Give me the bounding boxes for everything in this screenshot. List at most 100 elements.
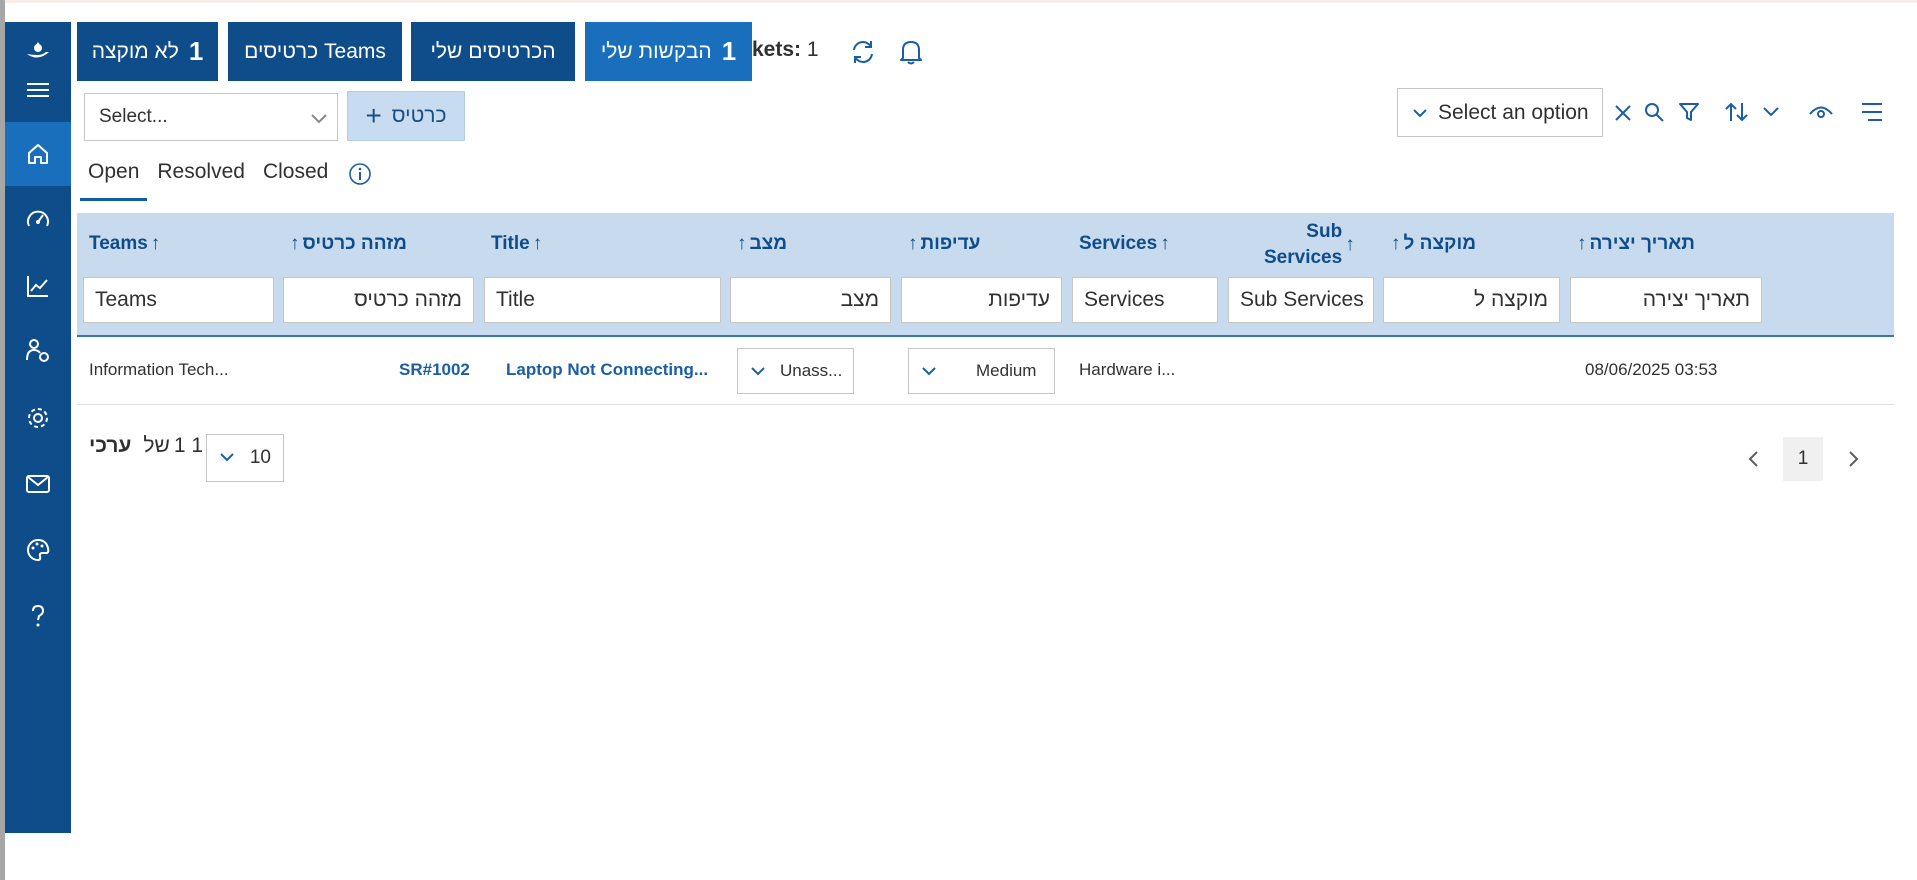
sidebar-item-settings[interactable] <box>5 396 71 440</box>
column-header-created[interactable]: תאריך יצירה ↑ <box>1577 233 1695 255</box>
column-header-priority-label: עדיפות <box>920 233 981 254</box>
sidebar <box>5 22 71 833</box>
column-header-ticket-id[interactable]: מזהה כרטיס ↑ <box>290 233 407 255</box>
pagination-summary: 1 1 של ערכי <box>89 434 203 458</box>
page-size-select[interactable]: 10 <box>206 434 284 482</box>
cell-title[interactable]: Laptop Not Connecting... <box>506 360 708 380</box>
home-icon <box>28 144 48 164</box>
filter-icon[interactable] <box>1677 99 1701 125</box>
filter-priority[interactable]: עדיפות <box>901 277 1062 323</box>
plus-icon: + <box>365 100 382 131</box>
clear-icon[interactable] <box>1612 100 1634 126</box>
tab-my-requests-label: הבקשות שלי <box>600 39 712 63</box>
sort-arrow-icon: ↑ <box>908 233 918 254</box>
filter-assigned-to[interactable]: מוקצה ל <box>1383 277 1560 323</box>
sort-arrow-icon: ↑ <box>150 233 161 254</box>
filter-created[interactable]: תאריך יצירה <box>1570 277 1762 323</box>
sidebar-item-mail[interactable] <box>5 462 71 506</box>
tab-my-tickets[interactable]: הכרטיסים שלי <box>411 22 575 81</box>
tab-unassigned[interactable]: 1 לא מוקצה <box>77 22 218 81</box>
cell-ticket-id[interactable]: SR#1002 <box>399 360 470 380</box>
sort-arrow-icon: ↑ <box>737 233 747 254</box>
people-settings-icon <box>26 339 49 362</box>
menu-icon[interactable] <box>5 68 71 112</box>
sort-arrow-icon: ↑ <box>1345 234 1355 255</box>
priority-value: Medium <box>976 361 1037 380</box>
chevron-left-icon[interactable] <box>1742 445 1764 473</box>
sort-arrow-icon: ↑ <box>1577 233 1587 254</box>
option-select[interactable]: Select an option <box>1397 88 1603 137</box>
help-icon <box>32 604 45 627</box>
sub-services-line-1: Sub <box>1306 221 1343 242</box>
cell-teams: Information Tech... <box>89 360 229 379</box>
column-header-sub-services-label: Sub Services <box>1264 219 1342 271</box>
priority-dropdown[interactable]: Medium <box>908 348 1055 394</box>
team-select[interactable]: Select... <box>84 93 338 141</box>
option-select-label: Select an option <box>1438 100 1589 124</box>
tab-closed[interactable]: Closed <box>255 156 336 198</box>
tab-resolved[interactable]: Resolved <box>149 156 253 198</box>
chevron-right-icon[interactable] <box>1843 445 1865 473</box>
tab-team-tickets-label: Teams כרטיסים <box>244 39 386 63</box>
page-number-button[interactable]: 1 <box>1783 437 1823 481</box>
table-header: Teams ↑ מזהה כרטיס ↑ Title ↑ מצב ↑ עדיפות ↑ S… <box>77 213 1894 337</box>
mail-icon <box>26 475 50 493</box>
eye-icon[interactable] <box>1807 99 1835 125</box>
pagination-values-label: ערכי <box>89 434 132 457</box>
column-header-title-label: Title <box>491 233 530 254</box>
search-icon[interactable] <box>1642 99 1666 125</box>
table-row[interactable]: Information Tech... SR#1002 Laptop Not C… <box>77 338 1894 405</box>
sub-services-line-2: Services <box>1264 247 1343 268</box>
filter-sub-services[interactable]: Sub Services <box>1228 277 1374 323</box>
sort-arrow-icon: ↑ <box>1391 233 1401 254</box>
cell-services: Hardware i... <box>1079 360 1176 379</box>
sort-arrow-icon: ↑ <box>532 233 543 254</box>
column-header-created-label: תאריך יצירה <box>1589 233 1695 254</box>
tab-unassigned-label: לא מוקצה <box>91 39 179 63</box>
tab-team-tickets[interactable]: Teams כרטיסים <box>228 22 402 81</box>
chevron-down-icon <box>311 114 327 124</box>
chart-line-icon <box>27 276 48 297</box>
speedometer-icon <box>27 210 49 227</box>
status-dropdown[interactable]: Unass... <box>737 348 854 394</box>
filter-status[interactable]: מצב <box>730 277 891 323</box>
bell-icon[interactable] <box>896 37 926 67</box>
my-requests-count: 1 <box>721 36 737 66</box>
filter-ticket-id[interactable]: מזהה כרטיס <box>283 277 474 323</box>
chevron-down-icon[interactable] <box>1759 99 1783 125</box>
filter-title[interactable]: Title <box>484 277 721 323</box>
pagination-of-label: של <box>143 434 170 457</box>
column-header-assigned-to[interactable]: מוקצה ל ↑ <box>1391 233 1476 255</box>
info-icon[interactable] <box>348 162 372 186</box>
sort-arrow-icon: ↑ <box>290 233 300 254</box>
sidebar-item-users[interactable] <box>5 328 71 372</box>
tickets-count-value: 1 <box>806 38 819 61</box>
chevron-down-icon <box>1413 109 1427 118</box>
column-header-ticket-id-label: מזהה כרטיס <box>302 233 407 254</box>
sidebar-item-dashboard[interactable] <box>5 198 71 242</box>
sort-icon[interactable] <box>1722 99 1752 125</box>
sidebar-item-reports[interactable] <box>5 264 71 308</box>
sidebar-item-themes[interactable] <box>5 528 71 572</box>
genie-lamp-icon <box>27 42 49 58</box>
tab-my-tickets-label: הכרטיסים שלי <box>430 39 556 63</box>
refresh-icon[interactable] <box>848 37 878 67</box>
column-header-status[interactable]: מצב ↑ <box>737 233 787 255</box>
column-header-title[interactable]: Title ↑ <box>491 233 542 255</box>
add-ticket-button[interactable]: כרטיס + <box>347 91 465 141</box>
column-header-services[interactable]: Services ↑ <box>1079 233 1170 255</box>
pagination-range: 1 1 <box>173 434 204 457</box>
column-header-priority[interactable]: עדיפות ↑ <box>908 233 980 255</box>
tab-my-requests[interactable]: 1 הבקשות שלי <box>585 22 752 81</box>
sidebar-item-help[interactable] <box>5 594 71 638</box>
sort-arrow-icon: ↑ <box>1160 233 1170 254</box>
sidebar-item-home[interactable] <box>5 122 71 186</box>
tab-open[interactable]: Open <box>80 156 148 201</box>
add-ticket-label: כרטיס <box>391 104 447 127</box>
filter-teams[interactable]: Teams <box>83 277 274 323</box>
column-header-sub-services[interactable]: Sub Services ↑ <box>1264 219 1355 271</box>
chevron-down-icon <box>751 367 765 376</box>
column-options-icon[interactable] <box>1857 99 1885 125</box>
filter-services[interactable]: Services <box>1072 277 1218 323</box>
column-header-teams[interactable]: Teams ↑ <box>89 233 160 255</box>
